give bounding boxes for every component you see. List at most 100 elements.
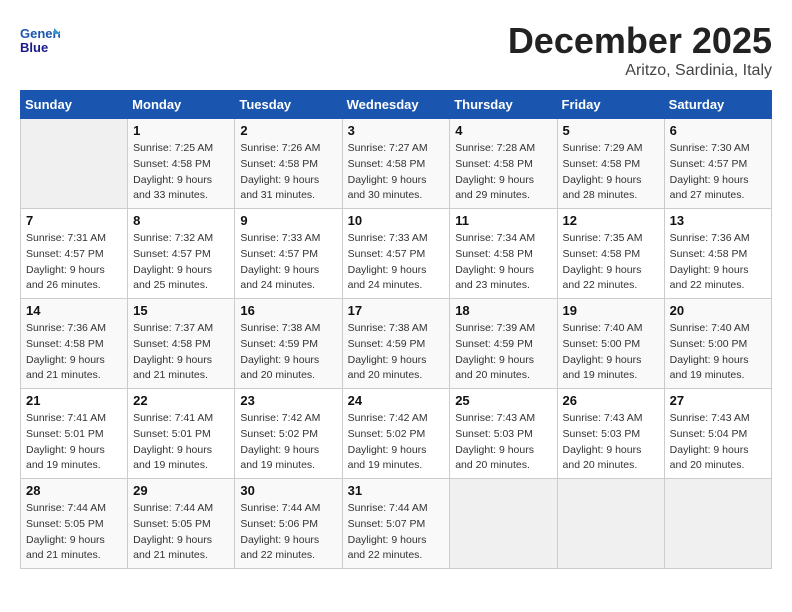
calendar-week-row: 21Sunrise: 7:41 AMSunset: 5:01 PMDayligh… (21, 389, 772, 479)
day-number: 19 (563, 303, 659, 318)
day-number: 16 (240, 303, 336, 318)
calendar-cell: 31 Sunrise: 7:44 AMSunset: 5:07 PMDayligh… (342, 479, 450, 569)
day-number: 22 (133, 393, 229, 408)
day-detail: Sunrise: 7:41 AMSunset: 5:01 PMDaylight:… (26, 411, 122, 474)
calendar-cell: 4 Sunrise: 7:28 AMSunset: 4:58 PMDaylight… (450, 119, 557, 209)
calendar-cell: 6Sunrise: 7:30 AMSunset: 4:57 PMDaylight… (664, 119, 771, 209)
day-detail: Sunrise: 7:39 AMSunset: 4:59 PMDaylight:… (455, 321, 551, 384)
day-number: 4 (455, 123, 551, 138)
calendar-cell: 3Sunrise: 7:27 AMSunset: 4:58 PMDaylight… (342, 119, 450, 209)
day-detail: Sunrise: 7:41 AMSunset: 5:01 PMDaylight:… (133, 411, 229, 474)
calendar-cell: 21Sunrise: 7:41 AMSunset: 5:01 PMDayligh… (21, 389, 128, 479)
day-number: 2 (240, 123, 336, 138)
calendar-cell (557, 479, 664, 569)
calendar-week-row: 14 Sunrise: 7:36 AMSunset: 4:58 PMDayligh… (21, 299, 772, 389)
day-detail: Sunrise: 7:42 AMSunset: 5:02 PMDaylight:… (240, 411, 336, 474)
day-number: 9 (240, 213, 336, 228)
day-number: 1 (133, 123, 229, 138)
day-number: 10 (348, 213, 445, 228)
day-detail: Sunrise: 7:26 AMSunset: 4:58 PMDaylight:… (240, 141, 336, 204)
logo-icon: General Blue (20, 20, 60, 60)
calendar-body: 1Sunrise: 7:25 AMSunset: 4:58 PMDaylight… (21, 119, 772, 569)
calendar-cell: 22 Sunrise: 7:41 AMSunset: 5:01 PMDayligh… (128, 389, 235, 479)
calendar-header-row: SundayMondayTuesdayWednesdayThursdayFrid… (21, 91, 772, 119)
calendar-cell (450, 479, 557, 569)
day-number: 11 (455, 213, 551, 228)
calendar-cell: 8Sunrise: 7:32 AMSunset: 4:57 PMDaylight… (128, 209, 235, 299)
day-number: 31 (348, 483, 445, 498)
day-detail: Sunrise: 7:33 AMSunset: 4:57 PMDaylight:… (348, 231, 445, 294)
calendar-cell: 27 Sunrise: 7:43 AMSunset: 5:04 PMDayligh… (664, 389, 771, 479)
day-detail: Sunrise: 7:29 AMSunset: 4:58 PMDaylight:… (563, 141, 659, 204)
day-number: 18 (455, 303, 551, 318)
calendar-cell: 30 Sunrise: 7:44 AMSunset: 5:06 PMDayligh… (235, 479, 342, 569)
calendar-cell: 26Sunrise: 7:43 AMSunset: 5:03 PMDayligh… (557, 389, 664, 479)
calendar-table: SundayMondayTuesdayWednesdayThursdayFrid… (20, 90, 772, 569)
calendar-cell (664, 479, 771, 569)
day-detail: Sunrise: 7:38 AMSunset: 4:59 PMDaylight:… (240, 321, 336, 384)
month-title: December 2025 (508, 20, 772, 62)
day-number: 7 (26, 213, 122, 228)
calendar-cell: 16 Sunrise: 7:38 AMSunset: 4:59 PMDayligh… (235, 299, 342, 389)
day-number: 5 (563, 123, 659, 138)
day-number: 12 (563, 213, 659, 228)
calendar-cell: 5 Sunrise: 7:29 AMSunset: 4:58 PMDaylight… (557, 119, 664, 209)
title-area: December 2025 Aritzo, Sardinia, Italy (508, 20, 772, 80)
svg-text:Blue: Blue (20, 40, 48, 55)
calendar-cell: 9 Sunrise: 7:33 AMSunset: 4:57 PMDaylight… (235, 209, 342, 299)
day-number: 3 (348, 123, 445, 138)
day-detail: Sunrise: 7:40 AMSunset: 5:00 PMDaylight:… (563, 321, 659, 384)
day-detail: Sunrise: 7:44 AMSunset: 5:05 PMDaylight:… (26, 501, 122, 564)
calendar-week-row: 28 Sunrise: 7:44 AMSunset: 5:05 PMDayligh… (21, 479, 772, 569)
calendar-cell: 12 Sunrise: 7:35 AMSunset: 4:58 PMDayligh… (557, 209, 664, 299)
day-number: 14 (26, 303, 122, 318)
day-detail: Sunrise: 7:33 AMSunset: 4:57 PMDaylight:… (240, 231, 336, 294)
day-number: 25 (455, 393, 551, 408)
calendar-cell: 28 Sunrise: 7:44 AMSunset: 5:05 PMDayligh… (21, 479, 128, 569)
day-detail: Sunrise: 7:43 AMSunset: 5:03 PMDaylight:… (563, 411, 659, 474)
day-number: 29 (133, 483, 229, 498)
calendar-cell: 10 Sunrise: 7:33 AMSunset: 4:57 PMDayligh… (342, 209, 450, 299)
calendar-week-row: 7 Sunrise: 7:31 AMSunset: 4:57 PMDaylight… (21, 209, 772, 299)
calendar-cell: 15 Sunrise: 7:37 AMSunset: 4:58 PMDayligh… (128, 299, 235, 389)
calendar-cell: 1Sunrise: 7:25 AMSunset: 4:58 PMDaylight… (128, 119, 235, 209)
page-header: General Blue December 2025 Aritzo, Sardi… (20, 20, 772, 80)
calendar-cell: 29 Sunrise: 7:44 AMSunset: 5:05 PMDayligh… (128, 479, 235, 569)
day-number: 8 (133, 213, 229, 228)
day-detail: Sunrise: 7:36 AMSunset: 4:58 PMDaylight:… (26, 321, 122, 384)
day-number: 15 (133, 303, 229, 318)
weekday-header: Saturday (664, 91, 771, 119)
calendar-cell (21, 119, 128, 209)
day-detail: Sunrise: 7:44 AMSunset: 5:06 PMDaylight:… (240, 501, 336, 564)
calendar-cell: 14 Sunrise: 7:36 AMSunset: 4:58 PMDayligh… (21, 299, 128, 389)
day-number: 30 (240, 483, 336, 498)
calendar-cell: 18 Sunrise: 7:39 AMSunset: 4:59 PMDayligh… (450, 299, 557, 389)
logo: General Blue (20, 20, 64, 60)
location-subtitle: Aritzo, Sardinia, Italy (508, 62, 772, 80)
weekday-header: Sunday (21, 91, 128, 119)
day-detail: Sunrise: 7:43 AMSunset: 5:04 PMDaylight:… (670, 411, 766, 474)
day-detail: Sunrise: 7:44 AMSunset: 5:05 PMDaylight:… (133, 501, 229, 564)
day-number: 24 (348, 393, 445, 408)
calendar-cell: 17Sunrise: 7:38 AMSunset: 4:59 PMDayligh… (342, 299, 450, 389)
day-detail: Sunrise: 7:44 AMSunset: 5:07 PMDaylight:… (348, 501, 445, 564)
day-detail: Sunrise: 7:28 AMSunset: 4:58 PMDaylight:… (455, 141, 551, 204)
day-detail: Sunrise: 7:37 AMSunset: 4:58 PMDaylight:… (133, 321, 229, 384)
calendar-cell: 19 Sunrise: 7:40 AMSunset: 5:00 PMDayligh… (557, 299, 664, 389)
weekday-header: Tuesday (235, 91, 342, 119)
weekday-header: Thursday (450, 91, 557, 119)
day-number: 28 (26, 483, 122, 498)
calendar-cell: 24 Sunrise: 7:42 AMSunset: 5:02 PMDayligh… (342, 389, 450, 479)
day-detail: Sunrise: 7:31 AMSunset: 4:57 PMDaylight:… (26, 231, 122, 294)
day-detail: Sunrise: 7:35 AMSunset: 4:58 PMDaylight:… (563, 231, 659, 294)
day-detail: Sunrise: 7:38 AMSunset: 4:59 PMDaylight:… (348, 321, 445, 384)
calendar-cell: 2 Sunrise: 7:26 AMSunset: 4:58 PMDaylight… (235, 119, 342, 209)
day-number: 13 (670, 213, 766, 228)
day-detail: Sunrise: 7:34 AMSunset: 4:58 PMDaylight:… (455, 231, 551, 294)
calendar-cell: 7 Sunrise: 7:31 AMSunset: 4:57 PMDaylight… (21, 209, 128, 299)
day-detail: Sunrise: 7:40 AMSunset: 5:00 PMDaylight:… (670, 321, 766, 384)
day-number: 27 (670, 393, 766, 408)
weekday-header: Friday (557, 91, 664, 119)
weekday-header: Monday (128, 91, 235, 119)
day-detail: Sunrise: 7:42 AMSunset: 5:02 PMDaylight:… (348, 411, 445, 474)
